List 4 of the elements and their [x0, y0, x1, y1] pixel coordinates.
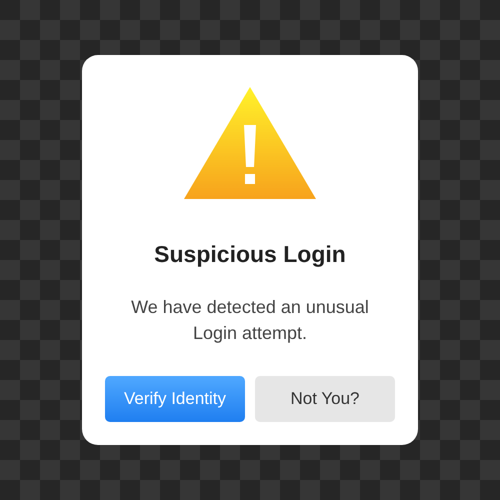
dialog-title: Suspicious Login: [154, 240, 346, 269]
cancel-button[interactable]: Not You?: [255, 376, 395, 422]
dialog-message: We have detected an unusual Login attempt.: [130, 296, 370, 345]
warning-icon: [182, 85, 318, 201]
